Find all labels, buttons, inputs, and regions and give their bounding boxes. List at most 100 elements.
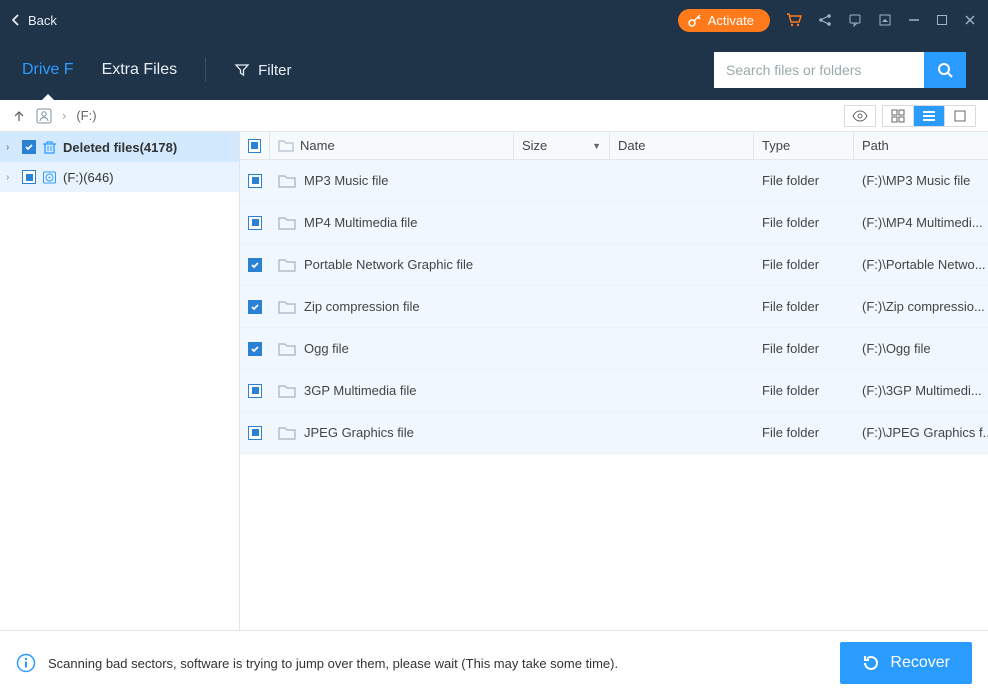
chevron-right-icon[interactable]: › (6, 172, 16, 183)
key-icon (688, 13, 702, 27)
maximize-icon[interactable] (936, 14, 948, 26)
cell-type: File folder (754, 215, 854, 230)
folder-icon (278, 258, 296, 272)
cell-name: JPEG Graphics file (304, 425, 414, 440)
header-checkbox[interactable] (248, 139, 261, 153)
filter-button[interactable]: Filter (234, 62, 291, 79)
tab-extra-files[interactable]: Extra Files (102, 40, 178, 100)
preview-toggle[interactable] (844, 105, 876, 127)
view-grid[interactable] (882, 105, 914, 127)
row-checkbox[interactable] (248, 426, 262, 440)
chevron-right-icon[interactable]: › (6, 142, 16, 153)
cell-path: (F:)\Portable Netwo... (854, 257, 988, 272)
main: › Deleted files(4178) › (F:)(646) Name Size… (0, 132, 988, 630)
cell-path: (F:)\3GP Multimedi... (854, 383, 988, 398)
header-date[interactable]: Date (610, 132, 754, 159)
grid-icon (891, 109, 905, 123)
nav-divider (205, 58, 206, 82)
folder-icon (278, 300, 296, 314)
search-button[interactable] (924, 52, 966, 88)
user-icon[interactable] (36, 108, 52, 124)
filter-label: Filter (258, 62, 291, 79)
tab-extra-label: Extra Files (102, 61, 178, 79)
table-header: Name Size ▼ Date Type Path (240, 132, 988, 160)
cell-path: (F:)\MP3 Music file (854, 173, 988, 188)
chevron-left-icon (12, 14, 20, 26)
activate-label: Activate (708, 13, 754, 28)
search-icon (936, 61, 954, 79)
folder-icon (278, 139, 294, 152)
close-icon[interactable] (964, 14, 976, 26)
recover-button[interactable]: Recover (840, 642, 972, 684)
titlebar-left: Back (12, 13, 57, 28)
cart-icon[interactable] (786, 12, 802, 28)
table-row[interactable]: MP3 Music file File folder(F:)\MP3 Music … (240, 160, 988, 202)
sidebar-item-1[interactable]: › (F:)(646) (0, 162, 239, 192)
table-row[interactable]: Ogg fileFile folder(F:)\Ogg file (240, 328, 988, 370)
back-button[interactable]: Back (12, 13, 57, 28)
menu-icon[interactable] (878, 13, 892, 27)
tree-label: (F:)(646) (63, 170, 114, 185)
content: Name Size ▼ Date Type Path MP3 Music fil… (240, 132, 988, 630)
cell-name: Ogg file (304, 341, 349, 356)
header-type[interactable]: Type (754, 132, 854, 159)
header-size[interactable]: Size ▼ (514, 132, 610, 159)
cell-type: File folder (754, 299, 854, 314)
filter-icon (234, 62, 250, 78)
recover-label: Recover (890, 654, 950, 672)
search-input[interactable] (714, 52, 924, 88)
row-checkbox[interactable] (248, 258, 262, 272)
cell-name: MP3 Music file (304, 173, 389, 188)
cell-type: File folder (754, 173, 854, 188)
cell-type: File folder (754, 383, 854, 398)
status-text: Scanning bad sectors, software is trying… (48, 656, 618, 671)
folder-icon (278, 216, 296, 230)
table-row[interactable]: Zip compression file File folder(F:)\Zip … (240, 286, 988, 328)
cell-name: 3GP Multimedia file (304, 383, 416, 398)
share-icon[interactable] (818, 13, 832, 27)
view-detail[interactable] (944, 105, 976, 127)
cell-type: File folder (754, 341, 854, 356)
up-icon[interactable] (12, 109, 26, 123)
sidebar: › Deleted files(4178) › (F:)(646) (0, 132, 240, 630)
tab-drive[interactable]: Drive F (22, 40, 74, 100)
cell-path: (F:)\MP4 Multimedi... (854, 215, 988, 230)
back-label: Back (28, 13, 57, 28)
cell-type: File folder (754, 257, 854, 272)
tree-checkbox[interactable] (22, 170, 36, 184)
table-row[interactable]: MP4 Multimedia file File folder(F:)\MP4 M… (240, 202, 988, 244)
row-checkbox[interactable] (248, 342, 262, 356)
minimize-icon[interactable] (908, 14, 920, 26)
list-icon (922, 110, 936, 122)
info-icon (16, 653, 36, 673)
feedback-icon[interactable] (848, 13, 862, 27)
trash-icon (42, 140, 57, 155)
breadcrumb[interactable]: (F:) (76, 108, 96, 123)
cell-name: MP4 Multimedia file (304, 215, 417, 230)
eye-icon (852, 110, 868, 122)
header-path[interactable]: Path (854, 132, 988, 159)
activate-button[interactable]: Activate (678, 9, 770, 32)
sidebar-item-0[interactable]: › Deleted files(4178) (0, 132, 239, 162)
table-row[interactable]: JPEG Graphics fileFile folder(F:)\JPEG G… (240, 412, 988, 454)
navbar: Drive F Extra Files Filter (0, 40, 988, 100)
tab-drive-label: Drive F (22, 61, 74, 79)
toolbar: › (F:) (0, 100, 988, 132)
table-body: MP3 Music fileFile folder(F:)\MP3 Music … (240, 160, 988, 454)
footer: Scanning bad sectors, software is trying… (0, 630, 988, 695)
cell-path: (F:)\JPEG Graphics f... (854, 425, 988, 440)
row-checkbox[interactable] (248, 300, 262, 314)
table-row[interactable]: Portable Network Graphic fileFile folder… (240, 244, 988, 286)
cell-path: (F:)\Zip compressio... (854, 299, 988, 314)
sort-indicator-icon: ▼ (592, 141, 601, 151)
row-checkbox[interactable] (248, 216, 262, 230)
row-checkbox[interactable] (248, 174, 262, 188)
tree-checkbox[interactable] (22, 140, 36, 154)
view-list[interactable] (913, 105, 945, 127)
table-row[interactable]: 3GP Multimedia file File folder(F:)\3GP M… (240, 370, 988, 412)
header-checkbox-cell (240, 132, 270, 159)
header-name[interactable]: Name (270, 132, 514, 159)
tree-label: Deleted files(4178) (63, 140, 177, 155)
row-checkbox[interactable] (248, 384, 262, 398)
cell-name: Zip compression file (304, 299, 420, 314)
